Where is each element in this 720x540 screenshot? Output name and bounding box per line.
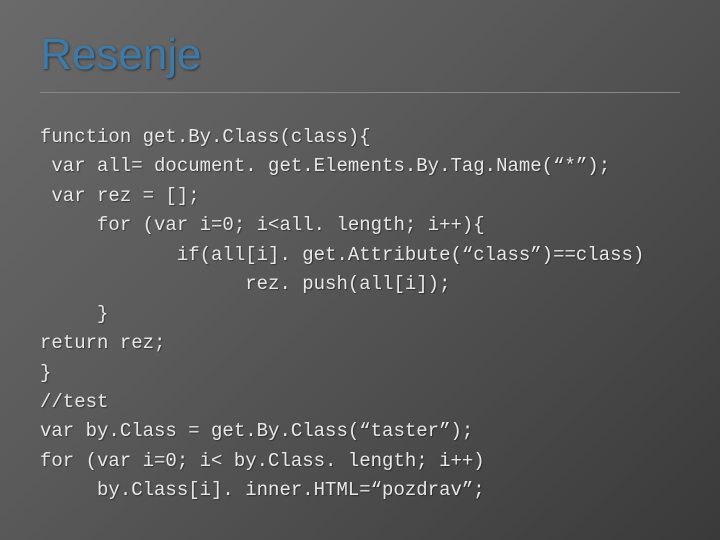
code-line: for (var i=0; i< by.Class. length; i++): [40, 450, 485, 472]
code-line: }: [40, 303, 108, 325]
code-line: }: [40, 362, 51, 384]
code-line: return rez;: [40, 332, 165, 354]
code-line: if(all[i]. get.Attribute(“class”)==class…: [40, 244, 644, 266]
code-line: by.Class[i]. inner.HTML=“pozdrav”;: [40, 479, 485, 501]
code-line: var rez = [];: [40, 185, 200, 207]
code-line: function get.By.Class(class){: [40, 126, 371, 148]
code-line: var all= document. get.Elements.By.Tag.N…: [40, 155, 610, 177]
code-line: for (var i=0; i<all. length; i++){: [40, 214, 485, 236]
code-line: //test: [40, 391, 108, 413]
code-line: rez. push(all[i]);: [40, 273, 450, 295]
slide-title: Resenje: [40, 30, 680, 93]
code-line: var by.Class = get.By.Class(“taster”);: [40, 420, 473, 442]
slide: Resenje function get.By.Class(class){ va…: [0, 0, 720, 540]
code-block: function get.By.Class(class){ var all= d…: [40, 123, 680, 506]
